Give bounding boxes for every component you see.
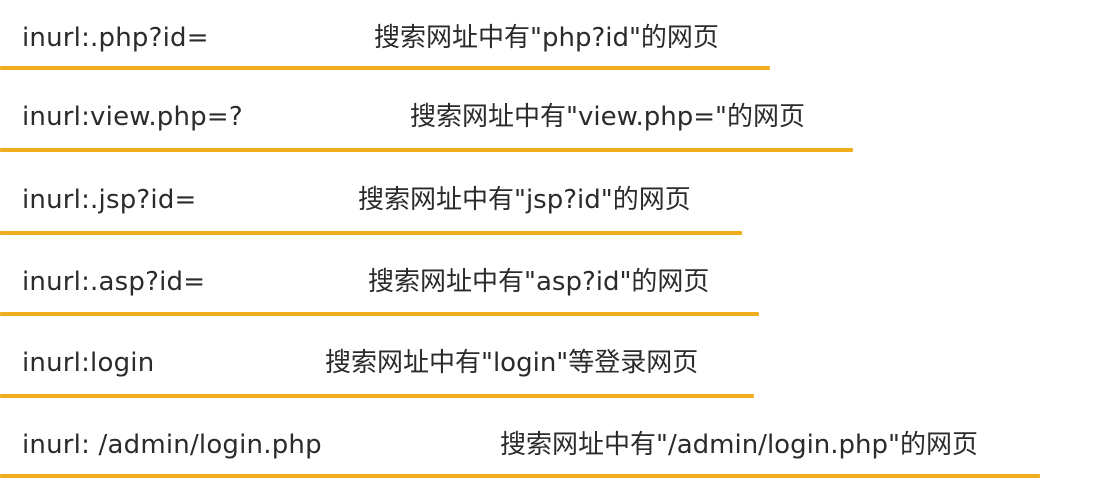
operator-description: 搜索网址中有"view.php="的网页 (410, 102, 805, 132)
operator-syntax: inurl:.asp?id= (22, 267, 206, 297)
operator-description: 搜索网址中有"asp?id"的网页 (368, 267, 710, 297)
operator-syntax: inurl:login (22, 348, 155, 378)
row-underline (0, 474, 1040, 478)
row-underline (0, 231, 742, 235)
operator-description: 搜索网址中有"/admin/login.php"的网页 (500, 430, 978, 460)
row-underline (0, 312, 759, 316)
row-underline (0, 66, 770, 70)
operator-description: 搜索网址中有"jsp?id"的网页 (358, 185, 691, 215)
operator-syntax: inurl:view.php=? (22, 102, 243, 132)
operator-syntax: inurl: /admin/login.php (22, 430, 322, 460)
operator-syntax: inurl:.php?id= (22, 23, 209, 53)
row-underline (0, 394, 754, 398)
operator-description: 搜索网址中有"php?id"的网页 (374, 23, 719, 53)
row-underline (0, 148, 853, 152)
operator-description: 搜索网址中有"login"等登录网页 (325, 348, 699, 378)
operator-syntax: inurl:.jsp?id= (22, 185, 197, 215)
